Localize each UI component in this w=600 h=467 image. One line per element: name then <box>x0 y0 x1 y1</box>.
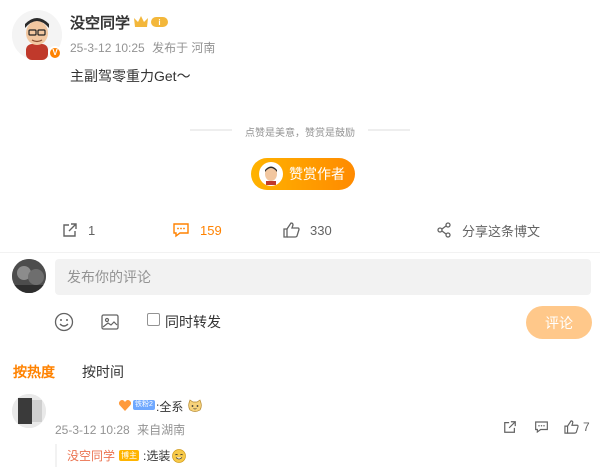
share-action[interactable]: 分享这条博文 <box>436 220 540 240</box>
fan-level-label: 铁粉2 <box>133 400 155 410</box>
reply-preview[interactable]: 没空同学 博主 :选装 <box>55 444 600 467</box>
comment-location: 来自湖南 <box>137 423 186 437</box>
comment-icon <box>173 223 189 238</box>
reward-avatar <box>259 162 283 186</box>
share-label: 分享这条博文 <box>462 223 541 239</box>
comment-body: :全系 <box>156 400 184 414</box>
tab-sort-time[interactable]: 按时间 <box>82 362 124 382</box>
post-time[interactable]: 25-3-12 10:25 <box>70 41 145 55</box>
commenter-avatar[interactable] <box>12 394 46 428</box>
my-avatar[interactable] <box>12 259 46 293</box>
emoji-icon[interactable] <box>54 312 74 332</box>
comment-input[interactable] <box>55 259 591 295</box>
like-action[interactable]: 330 <box>283 220 332 240</box>
tab-sort-hot[interactable]: 按热度 <box>13 362 55 382</box>
reward-button-label: 赞赏作者 <box>289 166 345 182</box>
author-mini-avatar-icon <box>265 166 277 185</box>
svg-text:i: i <box>158 18 160 27</box>
author-name[interactable]: 没空同学 <box>70 12 130 33</box>
reply-author-badge: 博主 <box>119 450 140 461</box>
comment-reply-icon <box>535 421 548 434</box>
comment-like-icon <box>564 420 579 434</box>
masked-username <box>56 401 114 411</box>
comment-action[interactable]: 159 <box>172 220 222 240</box>
comment-repost-button[interactable] <box>503 420 517 434</box>
repost-action[interactable]: 1 <box>62 220 95 240</box>
post-text: 主副驾零重力Get～ <box>70 68 191 84</box>
post-location: 发布于 河南 <box>152 41 216 55</box>
repost-checkbox-label[interactable]: 同时转发 <box>165 312 221 332</box>
reward-tip: 点赞是美意，赞赏是鼓励 <box>245 128 355 139</box>
smile-emoji-icon <box>172 448 187 463</box>
comment-text: :全系 <box>156 398 203 415</box>
post-meta: 25-3-12 10:25 发布于 河南 <box>70 39 215 56</box>
vip-crown-icon: i <box>134 16 168 27</box>
reply-author[interactable]: 没空同学 <box>67 447 115 464</box>
fan-heart-icon <box>118 400 132 411</box>
cat-emoji-icon <box>188 399 202 412</box>
comment-meta: 25-3-12 10:28 来自湖南 <box>55 421 185 438</box>
thumbs-up-icon <box>283 222 300 238</box>
repost-checkbox[interactable] <box>147 313 160 326</box>
comment-time: 25-3-12 10:28 <box>55 423 130 437</box>
reward-author-button[interactable]: 赞赏作者 <box>251 158 355 190</box>
my-avatar-illustration <box>12 259 46 293</box>
submit-comment-button[interactable]: 评论 <box>526 306 592 339</box>
comment-reply-button[interactable] <box>534 420 549 434</box>
comment-like-button[interactable]: 7 <box>564 420 590 434</box>
verified-badge-icon: V <box>48 46 62 60</box>
fan-level-badge: 铁粉2 <box>118 398 155 412</box>
commenter-avatar-illustration <box>12 394 46 428</box>
section-divider <box>0 252 600 253</box>
reply-text: :选装 <box>143 449 171 463</box>
comment-count: 159 <box>200 222 222 238</box>
repost-count: 1 <box>88 222 96 238</box>
image-icon[interactable] <box>100 312 120 332</box>
repost-icon <box>63 223 77 237</box>
like-count: 330 <box>310 222 332 238</box>
comment-like-count: 7 <box>583 420 590 434</box>
share-icon <box>437 222 451 238</box>
comment-repost-icon <box>504 421 516 433</box>
